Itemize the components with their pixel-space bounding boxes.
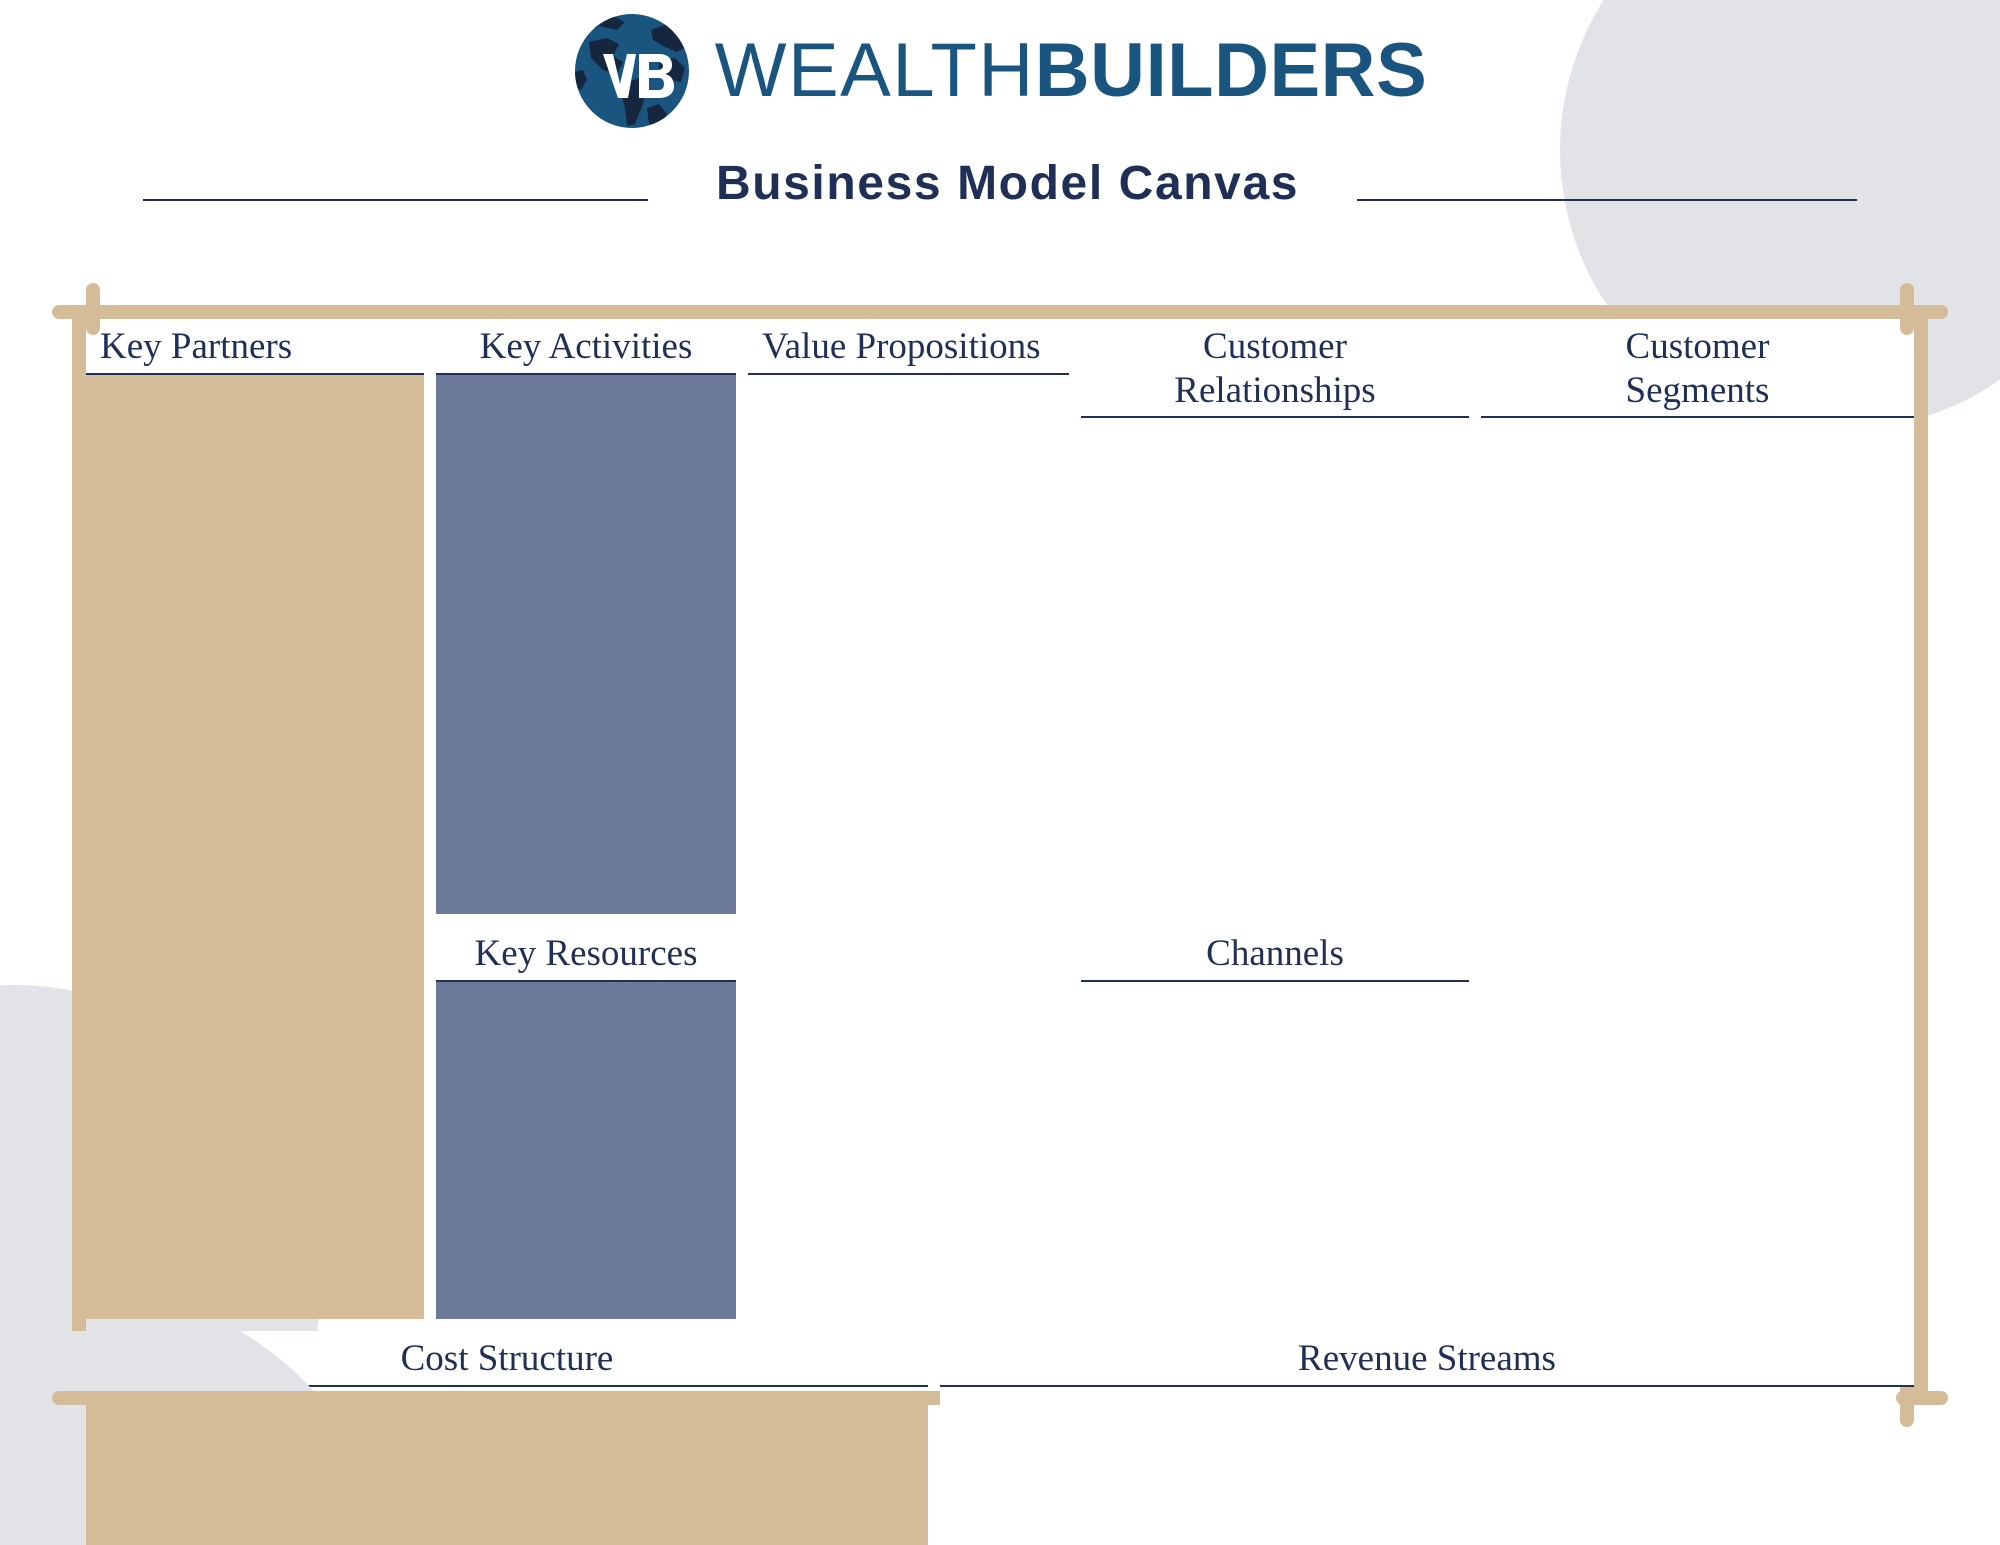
frame-rail-left (72, 305, 86, 1405)
block-customer-relationships-content[interactable] (1081, 418, 1469, 914)
block-key-activities-content[interactable] (436, 374, 736, 914)
block-customer-relationships[interactable]: Customer Relationships (1081, 319, 1469, 914)
page-title: Business Model Canvas (715, 156, 1300, 210)
title-rule-left (142, 199, 648, 201)
title-rule-right (1357, 199, 1858, 201)
block-revenue-streams-label: Revenue Streams (940, 1331, 1914, 1387)
brand-name-light: WEALTH (714, 27, 1035, 113)
block-customer-segments-label: Customer Segments (1481, 319, 1914, 419)
block-customer-segments-content[interactable] (1481, 418, 1914, 1319)
block-key-partners-content[interactable] (86, 374, 424, 1319)
corner-tick-top-right-v (1900, 283, 1914, 335)
block-channels[interactable]: Channels (1081, 926, 1469, 1319)
block-key-activities-label: Key Activities (436, 319, 736, 375)
block-cost-structure-label: Cost Structure (86, 1331, 928, 1387)
corner-tick-top-left-v (86, 283, 100, 335)
block-key-resources-content[interactable] (436, 981, 736, 1319)
brand-name-bold: BUILDERS (1034, 27, 1428, 113)
business-model-canvas-page: WEALTHBUILDERS Business Model Canvas Key… (0, 0, 2000, 1545)
block-channels-content[interactable] (1081, 981, 1469, 1319)
block-key-resources[interactable]: Key Resources (436, 926, 736, 1319)
block-value-propositions-content[interactable] (748, 374, 1069, 1319)
block-cost-structure-content[interactable] (86, 1391, 928, 1545)
block-customer-segments[interactable]: Customer Segments (1481, 319, 1914, 1319)
brand-wordmark: WEALTHBUILDERS (715, 32, 1428, 109)
block-key-partners[interactable]: Key Partners (86, 319, 424, 1319)
block-customer-relationships-label: Customer Relationships (1081, 319, 1469, 419)
block-key-activities[interactable]: Key Activities (436, 319, 736, 914)
page-title-row: Business Model Canvas (0, 148, 2000, 218)
block-key-resources-label: Key Resources (436, 926, 736, 982)
globe-icon (574, 13, 689, 128)
block-value-propositions[interactable]: Value Propositions (748, 319, 1069, 1319)
brand-header: WEALTHBUILDERS (0, 8, 2000, 133)
block-channels-label: Channels (1081, 926, 1469, 982)
canvas-frame: Key Partners Key Activities Key Resource… (0, 283, 1948, 1545)
block-revenue-streams-content[interactable] (940, 1391, 1914, 1545)
frame-rail-top (72, 305, 1928, 319)
frame-rail-right (1914, 305, 1928, 1405)
block-key-partners-label: Key Partners (86, 319, 424, 375)
block-value-propositions-label: Value Propositions (748, 319, 1069, 375)
